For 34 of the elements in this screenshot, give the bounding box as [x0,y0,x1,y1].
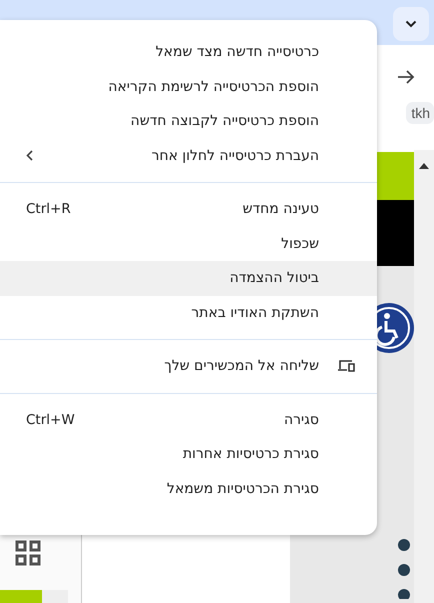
menu-item-label: ביטול ההצמדה [230,270,319,286]
chevron-down-icon [405,20,417,28]
menu-item[interactable]: ביטול ההצמדה [0,261,377,296]
menu-item[interactable]: סגירת כרטיסיות אחרות [0,437,377,472]
menu-item-label: כרטיסייה חדשה מצד שמאל [156,44,319,60]
menu-item-label: העברת כרטיסייה לחלון אחר [151,148,319,164]
chevron-left-icon [26,150,33,162]
menu-item-label: סגירת כרטיסיות אחרות [182,446,319,462]
shortcut-label: Ctrl+R [26,201,71,218]
menu-item-label: שכפול [281,236,319,252]
menu-item[interactable]: השתקת האודיו באתר [0,296,377,330]
menu-item[interactable]: כרטיסייה חדשה מצד שמאל [0,35,377,70]
menu-item-label: הוספת הכרטיסייה לרשימת הקריאה [108,78,319,95]
menu-item[interactable]: הוספת כרטיסייה לקבוצה חדשה [0,104,377,138]
scroll-up-icon[interactable] [419,163,429,169]
forward-arrow-icon[interactable] [397,69,415,85]
devices-icon [337,359,355,374]
apps-grid-icon[interactable] [15,540,41,566]
menu-item[interactable]: הוספת הכרטיסייה לרשימת הקריאה [0,70,377,104]
menu-item[interactable]: העברת כרטיסייה לחלון אחר [0,138,377,173]
shortcut-label: Ctrl+W [26,412,75,428]
page-banner-strip [0,590,42,603]
profile-chip[interactable]: tkh [406,102,434,124]
menu-item-label: הוספת כרטיסייה לקבוצה חדשה [130,113,319,130]
menu-item[interactable]: סגירת הכרטיסיות משמאל [0,472,377,506]
menu-item[interactable]: שליחה אל המכשירים שלך [0,349,377,384]
dots-drawing [398,539,410,599]
menu-item-label: טעינה מחדש [242,201,319,218]
menu-item[interactable]: שכפול [0,226,377,261]
menu-item-label: סגירה [284,412,319,428]
menu-item-label: שליחה אל המכשירים שלך [164,358,319,374]
menu-item-label: סגירת הכרטיסיות משמאל [166,480,319,497]
menu-item-label: השתקת האודיו באתר [191,304,319,321]
scrollbar[interactable] [414,150,434,603]
